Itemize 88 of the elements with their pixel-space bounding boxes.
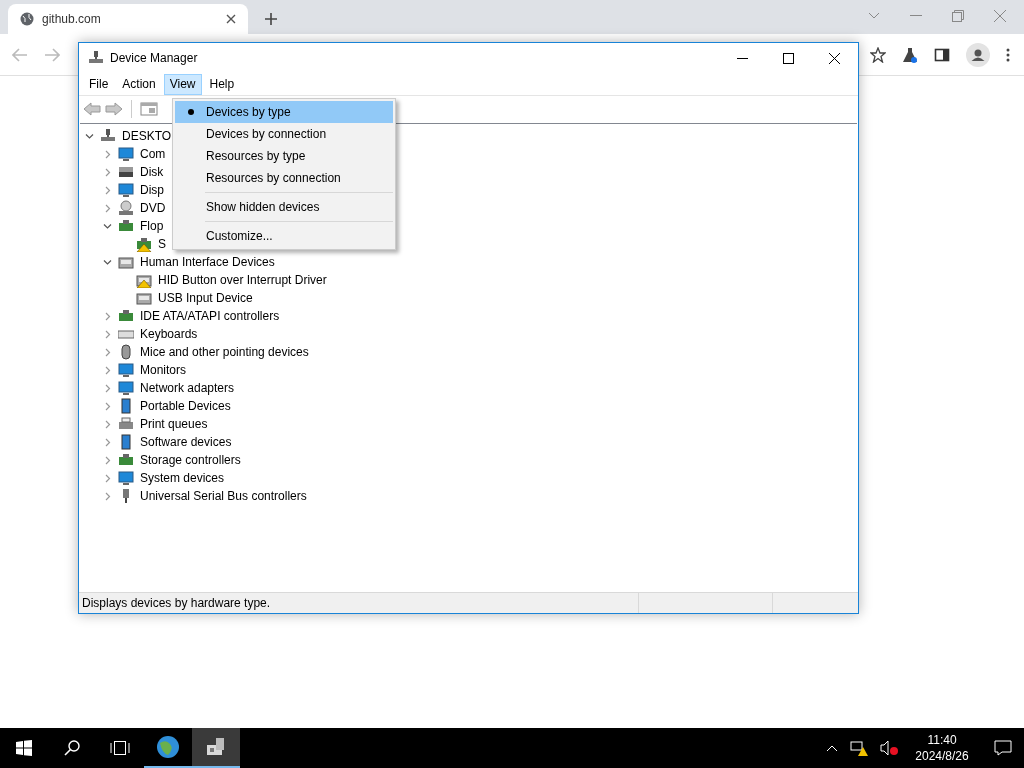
- menu-option[interactable]: Show hidden devices: [175, 196, 393, 218]
- tab-title: github.com: [42, 11, 102, 28]
- menu-option[interactable]: Resources by connection: [175, 167, 393, 189]
- disc-drive-icon: [118, 200, 134, 216]
- monitor-icon: [118, 380, 134, 396]
- computer-icon: [100, 128, 116, 144]
- tree-item[interactable]: Monitors: [140, 361, 186, 379]
- tree-item[interactable]: HID Button over Interrupt Driver: [158, 271, 327, 289]
- properties-icon[interactable]: [140, 100, 158, 117]
- monitor-icon: [118, 362, 134, 378]
- phone-icon: [118, 434, 134, 450]
- minimize-icon[interactable]: [737, 57, 748, 59]
- menu-option[interactable]: Customize...: [175, 225, 393, 247]
- tree-item[interactable]: Network adapters: [140, 379, 235, 397]
- circuit-board-icon: [118, 308, 134, 324]
- chevron-down-icon[interactable]: [84, 131, 94, 141]
- forward-icon[interactable]: [44, 47, 60, 62]
- profile-icon[interactable]: [966, 42, 990, 67]
- flask-icon[interactable]: [902, 46, 918, 63]
- taskbar-app[interactable]: [192, 728, 240, 768]
- tree-item[interactable]: Universal Serial Bus controllers: [140, 487, 307, 505]
- window-title: Device Manager: [110, 50, 199, 67]
- menu-item[interactable]: Action: [116, 73, 162, 95]
- back-icon[interactable]: [83, 100, 101, 117]
- controller-icon: [136, 290, 152, 306]
- menu-item[interactable]: Help: [203, 73, 241, 95]
- tree-item[interactable]: S: [158, 235, 166, 253]
- menu-item[interactable]: View: [163, 73, 202, 95]
- tree-item[interactable]: Disp: [140, 181, 164, 199]
- search-icon[interactable]: [64, 740, 80, 756]
- sidebar-icon[interactable]: [934, 46, 950, 63]
- globe-icon: [20, 12, 34, 26]
- new-tab-icon[interactable]: [264, 12, 278, 26]
- controller-icon: [118, 254, 134, 270]
- monitor-icon: [118, 182, 134, 198]
- task-view-icon[interactable]: [110, 741, 130, 755]
- clock-time[interactable]: 11:40: [927, 732, 957, 748]
- computer-icon: [88, 50, 104, 66]
- tree-item[interactable]: Portable Devices: [140, 397, 231, 415]
- chevron-up-icon[interactable]: [826, 744, 838, 752]
- tree-item[interactable]: Print queues: [140, 415, 208, 433]
- maximize-icon[interactable]: [783, 52, 794, 64]
- menu-option[interactable]: Devices by type: [175, 101, 393, 123]
- tree-item[interactable]: Storage controllers: [140, 451, 241, 469]
- warning-device-icon: [136, 236, 152, 252]
- mouse-icon: [118, 344, 134, 360]
- phone-icon: [118, 398, 134, 414]
- chevron-down-icon[interactable]: [102, 221, 112, 231]
- tree-item[interactable]: USB Input Device: [158, 289, 253, 307]
- monitor-icon: [118, 146, 134, 162]
- close-icon[interactable]: [829, 52, 840, 64]
- menu-item[interactable]: File: [83, 73, 115, 95]
- close-icon[interactable]: [226, 14, 236, 24]
- menu-option[interactable]: Devices by connection: [175, 123, 393, 145]
- clock-date[interactable]: 2024/8/26: [915, 748, 969, 764]
- circuit-board-icon: [118, 218, 134, 234]
- browser-tab[interactable]: github.com: [8, 4, 248, 34]
- drive-icon: [118, 164, 134, 180]
- notification-icon[interactable]: [994, 740, 1012, 756]
- tree-item[interactable]: Keyboards: [140, 325, 198, 343]
- tree-item[interactable]: Disk: [140, 163, 164, 181]
- status-text: Displays devices by hardware type.: [81, 595, 272, 612]
- network-warning-icon[interactable]: [850, 740, 868, 756]
- circuit-board-icon: [118, 452, 134, 468]
- star-icon[interactable]: [870, 46, 886, 63]
- tree-item[interactable]: Flop: [140, 217, 164, 235]
- restore-icon[interactable]: [952, 10, 964, 22]
- menu-icon[interactable]: [1006, 47, 1010, 62]
- tree-item[interactable]: DVD: [140, 199, 166, 217]
- globe-icon: [156, 735, 180, 759]
- tree-item[interactable]: System devices: [140, 469, 225, 487]
- monitor-icon: [118, 470, 134, 486]
- tree-item[interactable]: DESKTO: [122, 127, 172, 145]
- warning-device-icon: [136, 272, 152, 288]
- printer-icon: [118, 416, 134, 432]
- windows-logo-icon[interactable]: [16, 740, 32, 756]
- tree-item[interactable]: Software devices: [140, 433, 232, 451]
- chevron-down-icon[interactable]: [102, 257, 112, 267]
- radio-dot-icon: [187, 109, 194, 115]
- tree-item[interactable]: Com: [140, 145, 166, 163]
- muted-speaker-icon[interactable]: [880, 740, 898, 756]
- tree-item[interactable]: Human Interface Devices: [140, 253, 275, 271]
- tree-item[interactable]: IDE ATA/ATAPI controllers: [140, 307, 280, 325]
- menu-option[interactable]: Resources by type: [175, 145, 393, 167]
- forward-icon[interactable]: [105, 100, 123, 117]
- tree-item[interactable]: Mice and other pointing devices: [140, 343, 309, 361]
- chevron-down-icon[interactable]: [868, 12, 880, 20]
- back-icon[interactable]: [12, 47, 28, 62]
